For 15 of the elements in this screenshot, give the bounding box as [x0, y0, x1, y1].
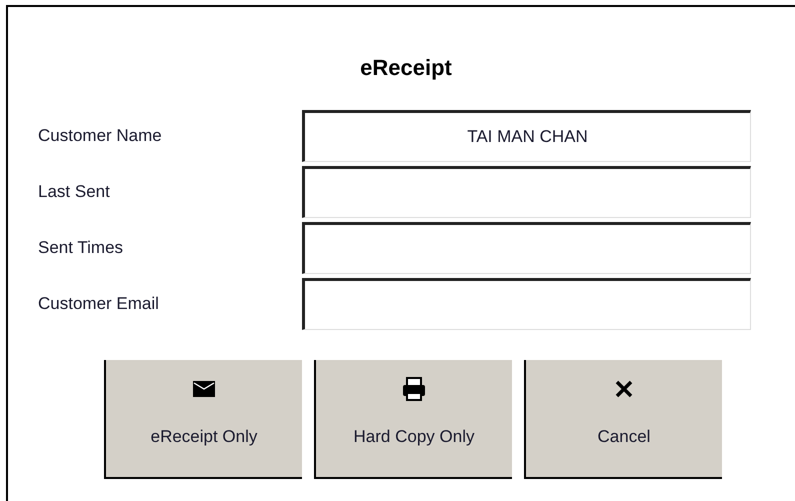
action-button[interactable]: eReceipt Only — [104, 360, 302, 479]
action-button[interactable]: Cancel — [524, 360, 722, 479]
close-icon — [615, 380, 633, 398]
action-button[interactable]: Hard Copy Only — [314, 360, 512, 479]
input-field[interactable]: TAI MAN CHAN — [302, 110, 751, 162]
field-label: Last Sent — [37, 181, 111, 204]
envelope-icon — [193, 381, 215, 397]
field-label: Customer Email — [37, 293, 160, 316]
field-label: Customer Name — [37, 125, 163, 148]
printer-icon — [402, 377, 426, 401]
input-field[interactable] — [302, 222, 751, 274]
dialog-title: eReceipt — [360, 54, 452, 82]
input-field[interactable] — [302, 166, 751, 218]
field-label: Sent Times — [37, 237, 124, 260]
input-field[interactable] — [302, 278, 751, 330]
